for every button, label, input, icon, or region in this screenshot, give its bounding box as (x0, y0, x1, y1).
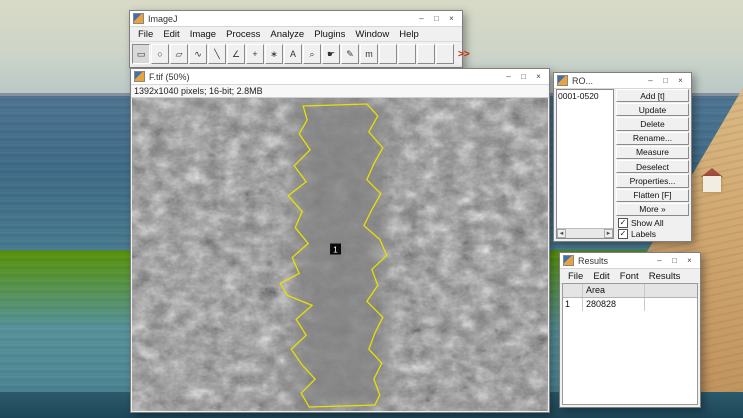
results-row[interactable]: 1 280828 (563, 298, 697, 311)
labels-label: Labels (631, 228, 657, 239)
show-all-label: Show All (631, 217, 664, 228)
menu-analyze[interactable]: Analyze (265, 29, 309, 40)
close-icon[interactable]: × (531, 70, 546, 83)
line-tool[interactable]: ╲ (208, 44, 226, 64)
empty-tool-slot[interactable] (398, 44, 416, 64)
results-header-index (563, 284, 583, 297)
show-all-row: ✓ Show All (616, 217, 689, 228)
image-window-titlebar[interactable]: F.tif (50%) – □ × (131, 69, 549, 85)
update-button[interactable]: Update (616, 103, 689, 117)
macro-tool[interactable]: m (360, 44, 378, 64)
measure-button[interactable]: Measure (616, 145, 689, 160)
menu-process[interactable]: Process (221, 29, 265, 40)
imagej-app-icon (133, 13, 144, 24)
image-status-line: 1392x1040 pixels; 16-bit; 2.8MB (131, 85, 549, 98)
labels-checkbox[interactable]: ✓ (618, 228, 628, 239)
menu-plugins[interactable]: Plugins (309, 29, 350, 40)
imagej-titlebar[interactable]: ImageJ – □ × (130, 11, 462, 27)
roi-manager-title: RO... (572, 75, 594, 86)
results-menu-results[interactable]: Results (644, 271, 686, 282)
results-header-fill (645, 284, 697, 297)
results-header-row: Area (563, 284, 697, 298)
menu-help[interactable]: Help (394, 29, 424, 40)
minimize-icon[interactable]: – (414, 12, 429, 25)
empty-tool-slot[interactable] (436, 44, 454, 64)
maximize-icon[interactable]: □ (658, 74, 673, 87)
rectangle-tool[interactable]: ▭ (132, 44, 150, 64)
zoom-tool[interactable]: ⌕ (303, 44, 321, 64)
roi-label: 1 (333, 244, 338, 254)
minimize-icon[interactable]: – (643, 74, 658, 87)
scroll-left-icon[interactable]: ◄ (557, 229, 566, 238)
roi-manager-titlebar[interactable]: RO... – □ × (554, 73, 691, 89)
results-header-area: Area (583, 284, 645, 297)
color-picker-tool[interactable]: ✎ (341, 44, 359, 64)
roi-list[interactable]: 0001-0520 ◄ ► (556, 89, 614, 239)
image-canvas[interactable]: 1 (132, 98, 548, 411)
polygon-tool[interactable]: ▱ (170, 44, 188, 64)
rename-button[interactable]: Rename... (616, 131, 689, 145)
more-tools-button[interactable]: >> (455, 49, 473, 60)
roi-manager-window: RO... – □ × 0001-0520 ◄ ► Add [t] Update… (553, 72, 692, 242)
more-button[interactable]: More » (616, 202, 689, 216)
results-titlebar[interactable]: Results – □ × (560, 253, 700, 269)
results-row-area: 280828 (583, 298, 645, 311)
menu-image[interactable]: Image (185, 29, 221, 40)
results-row-fill (645, 298, 697, 311)
roi-list-scrollbar[interactable]: ◄ ► (557, 228, 613, 238)
image-window-title: F.tif (50%) (149, 71, 190, 82)
results-menu-font[interactable]: Font (615, 271, 644, 282)
wand-tool[interactable]: ∗ (265, 44, 283, 64)
show-all-checkbox[interactable]: ✓ (618, 217, 628, 228)
menu-edit[interactable]: Edit (158, 29, 184, 40)
delete-button[interactable]: Delete (616, 117, 689, 131)
freehand-tool[interactable]: ∿ (189, 44, 207, 64)
roi-list-item[interactable]: 0001-0520 (557, 90, 613, 102)
imagej-toolbar: ▭ ○ ▱ ∿ ╲ ∠ + ∗ A ⌕ ☛ ✎ m >> (130, 42, 470, 66)
results-window: Results – □ × File Edit Font Results Are… (559, 252, 701, 408)
maximize-icon[interactable]: □ (429, 12, 444, 25)
microscopy-image: 1 (132, 98, 548, 411)
scrollbar-track[interactable] (566, 229, 604, 238)
flatten-button[interactable]: Flatten [F] (616, 188, 689, 202)
maximize-icon[interactable]: □ (516, 70, 531, 83)
minimize-icon[interactable]: – (652, 254, 667, 267)
close-icon[interactable]: × (444, 12, 459, 25)
results-title: Results (578, 255, 609, 266)
maximize-icon[interactable]: □ (667, 254, 682, 267)
roi-manager-icon (557, 75, 568, 86)
results-row-index: 1 (563, 298, 583, 311)
menu-file[interactable]: File (133, 29, 158, 40)
image-window: F.tif (50%) – □ × 1392x1040 pixels; 16-b… (130, 68, 550, 413)
oval-tool[interactable]: ○ (151, 44, 169, 64)
point-tool[interactable]: + (246, 44, 264, 64)
properties-button[interactable]: Properties... (616, 174, 689, 188)
results-menu-file[interactable]: File (563, 271, 588, 282)
minimize-icon[interactable]: – (501, 70, 516, 83)
imagej-menubar: File Edit Image Process Analyze Plugins … (130, 27, 462, 42)
results-menu-edit[interactable]: Edit (588, 271, 614, 282)
imagej-window-title: ImageJ (148, 13, 178, 24)
close-icon[interactable]: × (682, 254, 697, 267)
text-tool[interactable]: A (284, 44, 302, 64)
close-icon[interactable]: × (673, 74, 688, 87)
image-window-icon (134, 71, 145, 82)
painting-house (703, 176, 721, 192)
hand-tool[interactable]: ☛ (322, 44, 340, 64)
empty-tool-slot[interactable] (417, 44, 435, 64)
menu-window[interactable]: Window (350, 29, 394, 40)
results-menubar: File Edit Font Results (560, 269, 700, 284)
results-icon (563, 255, 574, 266)
imagej-main-window: ImageJ – □ × File Edit Image Process Ana… (129, 10, 470, 68)
empty-tool-slot[interactable] (379, 44, 397, 64)
results-table: Area 1 280828 (562, 283, 698, 405)
deselect-button[interactable]: Deselect (616, 160, 689, 174)
angle-tool[interactable]: ∠ (227, 44, 245, 64)
labels-row: ✓ Labels (616, 228, 689, 239)
add-button[interactable]: Add [t] (616, 89, 689, 103)
scroll-right-icon[interactable]: ► (604, 229, 613, 238)
roi-button-column: Add [t] Update Delete Rename... Measure … (616, 89, 689, 239)
